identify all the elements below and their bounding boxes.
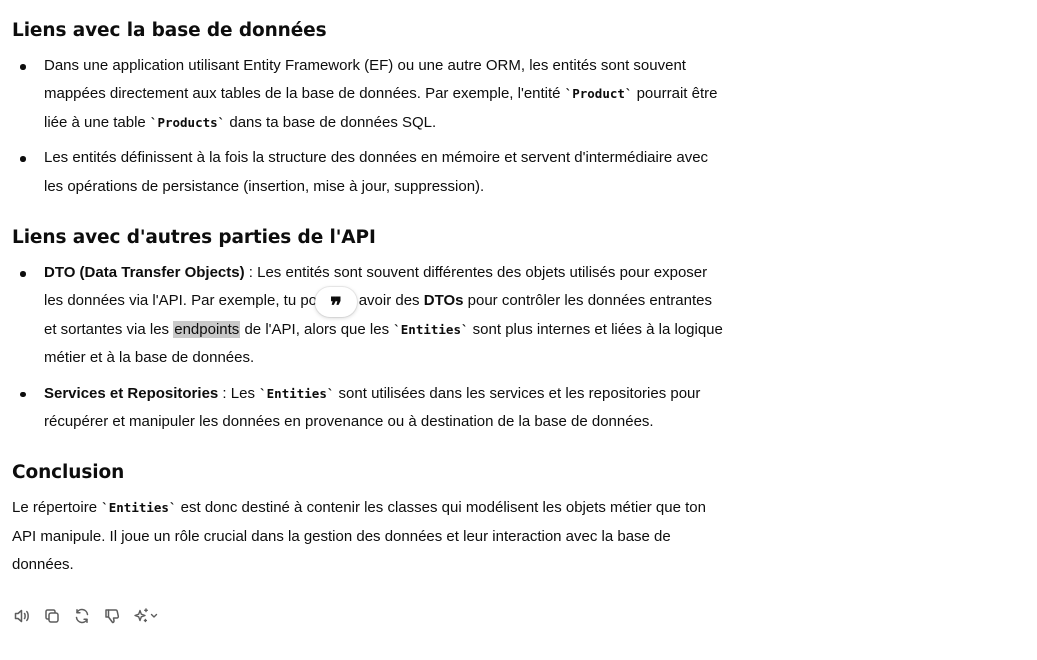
inline-code: `Products` (149, 114, 226, 130)
list-item: DTO (Data Transfer Objects) : Les entité… (12, 259, 727, 373)
inline-code: `Entities` (393, 321, 469, 337)
section-database-links: Liens avec la base de données Dans une a… (12, 14, 727, 201)
list-item: Services et Repositories : Les `Entities… (12, 380, 727, 437)
text-segment: Le répertoire (12, 499, 102, 517)
quote-icon: ❞ (330, 293, 342, 319)
switch-model-button[interactable] (132, 604, 162, 628)
quote-selection-button[interactable]: ❞ (315, 287, 357, 317)
inline-code: `Entities` (259, 385, 335, 401)
conclusion-paragraph: Le répertoire `Entities` est donc destin… (12, 494, 727, 579)
bold-term: DTO (Data Transfer Objects) (44, 264, 245, 282)
inline-code: `Entities` (101, 500, 177, 516)
section-conclusion: Conclusion Le répertoire `Entities` est … (12, 456, 727, 579)
bullet-list: DTO (Data Transfer Objects) : Les entité… (12, 259, 727, 436)
text-segment: : Les (218, 384, 260, 402)
thumbs-down-icon (105, 609, 120, 624)
assistant-message: Liens avec la base de données Dans une a… (12, 14, 727, 600)
bold-term: Services et Repositories (44, 384, 219, 402)
section-heading: Conclusion (12, 462, 125, 484)
thumbs-down-button[interactable] (102, 604, 122, 628)
section-heading: Liens avec la base de données (12, 20, 327, 41)
bullet-list: Dans une application utilisant Entity Fr… (12, 52, 727, 201)
text-segment: Les entités définissent à la fois la str… (44, 149, 709, 195)
text-segment: de l'API, alors que les (240, 320, 394, 338)
regenerate-icon (75, 608, 89, 624)
list-item: Les entités définissent à la fois la str… (12, 144, 727, 201)
selected-text[interactable]: endpoints (173, 320, 241, 338)
inline-code: `Product` (564, 86, 633, 102)
read-aloud-button[interactable] (12, 604, 32, 628)
text-segment: dans ta base de données SQL. (225, 113, 437, 131)
copy-button[interactable] (42, 604, 62, 628)
read-aloud-icon (14, 609, 29, 623)
section-heading: Liens avec d'autres parties de l'API (12, 227, 376, 249)
bold-term: DTOs (423, 292, 464, 310)
message-actions-toolbar (12, 604, 162, 628)
sparkle-model-icon (134, 608, 158, 623)
copy-icon (45, 609, 59, 623)
list-item: Dans une application utilisant Entity Fr… (12, 52, 727, 137)
section-api-links: Liens avec d'autres parties de l'API DTO… (12, 221, 727, 436)
regenerate-button[interactable] (72, 604, 92, 628)
